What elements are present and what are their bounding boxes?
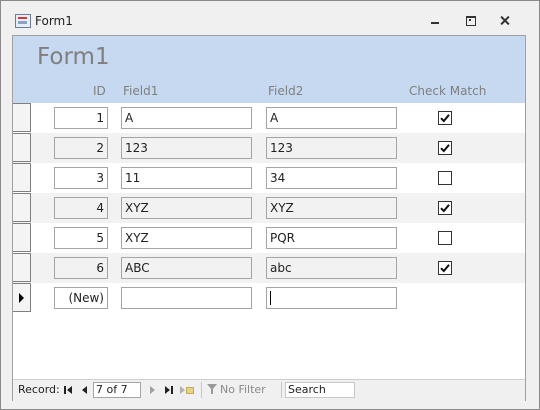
check-match-checkbox[interactable] bbox=[438, 201, 452, 215]
record-selector[interactable] bbox=[13, 133, 31, 162]
checkmark-icon bbox=[440, 264, 450, 273]
field1-input[interactable]: A bbox=[121, 107, 252, 129]
form-title: Form1 bbox=[37, 44, 110, 70]
check-match-checkbox[interactable] bbox=[438, 171, 452, 185]
check-match-checkbox[interactable] bbox=[438, 141, 452, 155]
record-label: Record: bbox=[18, 383, 60, 396]
column-header-field2: Field2 bbox=[268, 84, 304, 98]
field2-input[interactable]: A bbox=[266, 107, 397, 129]
title-bar: Form1 bbox=[1, 1, 539, 31]
field2-input[interactable]: XYZ bbox=[266, 197, 397, 219]
form-window: Form1 Form1 ID Field1 Field2 Check Match… bbox=[0, 0, 540, 410]
field1-input[interactable]: XYZ bbox=[121, 227, 252, 249]
id-field[interactable]: 2 bbox=[54, 137, 108, 159]
record-row: 5 XYZ PQR bbox=[13, 223, 525, 253]
field2-input[interactable]: PQR bbox=[266, 227, 397, 249]
check-match-checkbox[interactable] bbox=[438, 111, 452, 125]
id-field[interactable]: 4 bbox=[54, 197, 108, 219]
id-field[interactable]: 5 bbox=[54, 227, 108, 249]
last-record-icon[interactable] bbox=[163, 383, 175, 397]
record-navigation-bar: Record: 7 of 7 No Filter Search bbox=[13, 379, 525, 401]
form-icon bbox=[15, 14, 31, 28]
record-selector[interactable] bbox=[13, 253, 31, 282]
form-header: Form1 ID Field1 Field2 Check Match bbox=[13, 36, 525, 103]
field2-input[interactable]: 123 bbox=[266, 137, 397, 159]
no-filter-label: No Filter bbox=[220, 383, 266, 396]
column-header-field1: Field1 bbox=[123, 84, 159, 98]
divider bbox=[281, 382, 282, 398]
record-row: 4 XYZ XYZ bbox=[13, 193, 525, 223]
record-selector[interactable] bbox=[13, 193, 31, 222]
field1-input[interactable]: 123 bbox=[121, 137, 252, 159]
id-field[interactable]: 6 bbox=[54, 257, 108, 279]
new-record-icon[interactable] bbox=[179, 383, 195, 397]
field1-input[interactable]: XYZ bbox=[121, 197, 252, 219]
check-match-checkbox[interactable] bbox=[438, 261, 452, 275]
divider bbox=[201, 382, 202, 398]
search-input[interactable]: Search bbox=[285, 382, 355, 398]
id-field[interactable]: 1 bbox=[54, 107, 108, 129]
checkmark-icon bbox=[440, 204, 450, 213]
window-title: Form1 bbox=[35, 14, 73, 28]
previous-record-icon[interactable] bbox=[79, 383, 91, 397]
form-body: Form1 ID Field1 Field2 Check Match 1 A A… bbox=[12, 35, 526, 401]
field2-input[interactable]: 34 bbox=[266, 167, 397, 189]
next-record-icon[interactable] bbox=[147, 383, 159, 397]
no-filter-button[interactable]: No Filter bbox=[207, 383, 266, 396]
record-row: 1 A A bbox=[13, 103, 525, 133]
column-header-id: ID bbox=[93, 84, 106, 98]
new-field2-input[interactable] bbox=[266, 287, 397, 309]
checkmark-icon bbox=[440, 114, 450, 123]
check-match-checkbox[interactable] bbox=[438, 231, 452, 245]
close-icon[interactable] bbox=[494, 12, 516, 28]
minimize-icon[interactable] bbox=[424, 12, 446, 28]
record-selector[interactable] bbox=[13, 103, 31, 132]
new-field1-input[interactable] bbox=[121, 287, 252, 309]
restore-icon[interactable] bbox=[460, 12, 482, 28]
field1-input[interactable]: 11 bbox=[121, 167, 252, 189]
record-row: 6 ABC abc bbox=[13, 253, 525, 283]
new-id-field[interactable]: (New) bbox=[54, 287, 108, 309]
id-field[interactable]: 3 bbox=[54, 167, 108, 189]
current-record-selector[interactable] bbox=[13, 283, 31, 312]
checkmark-icon bbox=[440, 144, 450, 153]
field1-input[interactable]: ABC bbox=[121, 257, 252, 279]
field2-input[interactable]: abc bbox=[266, 257, 397, 279]
record-row: 2 123 123 bbox=[13, 133, 525, 163]
record-selector[interactable] bbox=[13, 223, 31, 252]
column-header-check-match: Check Match bbox=[409, 84, 487, 98]
first-record-icon[interactable] bbox=[63, 383, 75, 397]
new-record-row: (New) bbox=[13, 283, 525, 313]
filter-icon bbox=[207, 384, 217, 394]
record-selector[interactable] bbox=[13, 163, 31, 192]
current-record-input[interactable]: 7 of 7 bbox=[93, 382, 141, 398]
record-row: 3 11 34 bbox=[13, 163, 525, 193]
